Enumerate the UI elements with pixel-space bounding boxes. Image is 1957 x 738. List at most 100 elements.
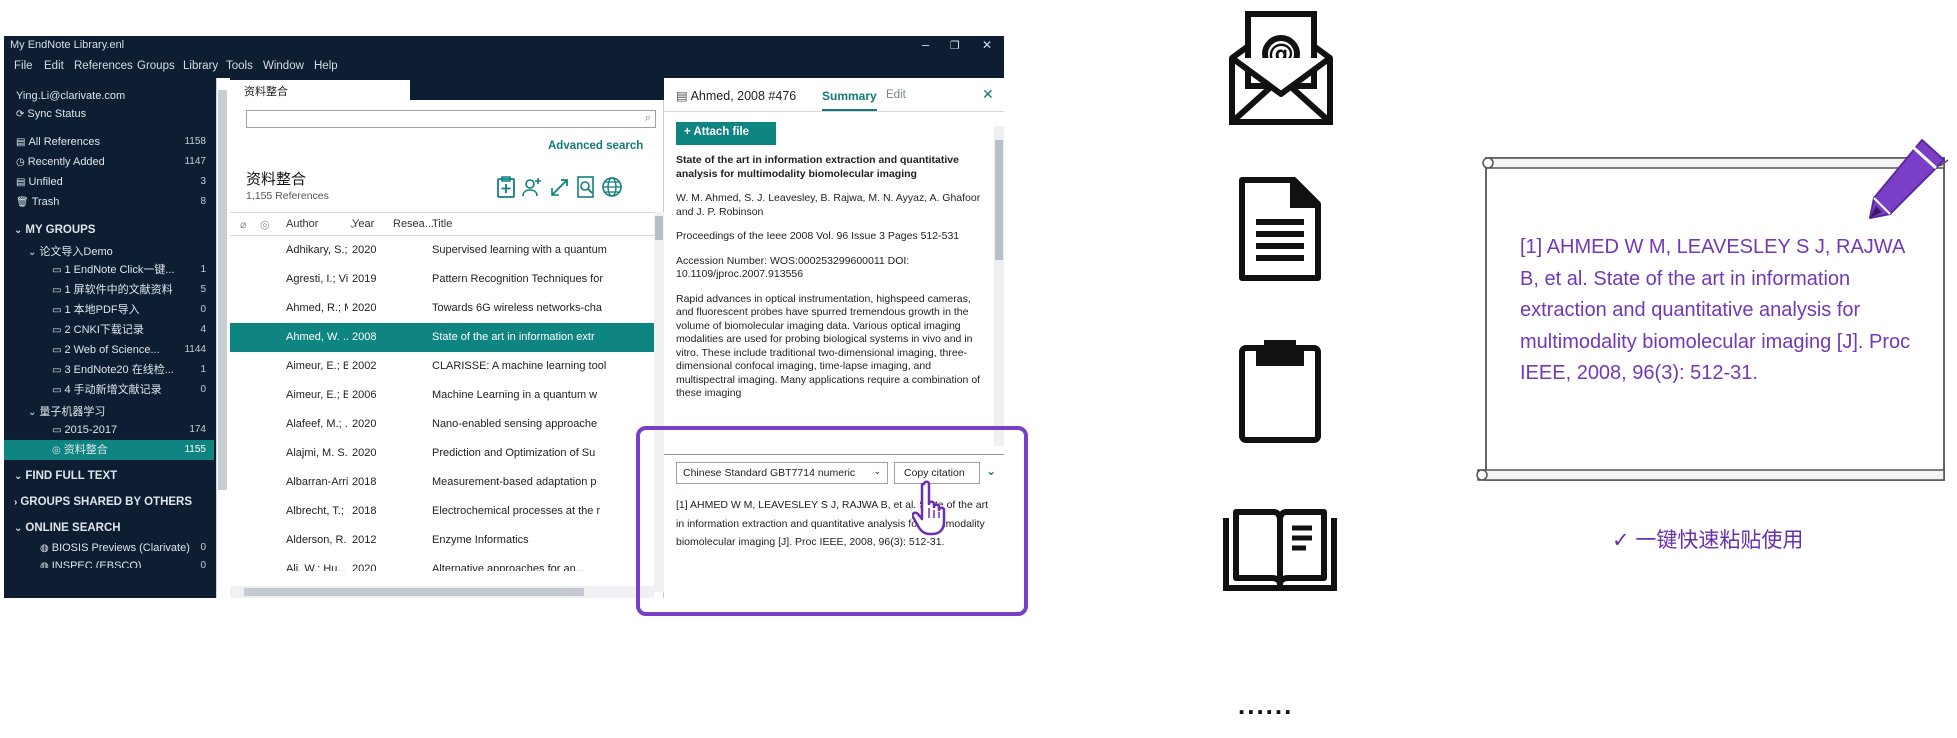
attachment-column-icon[interactable]: ⌀: [240, 218, 247, 231]
sidebar-header-shared-groups[interactable]: › GROUPS SHARED BY OTHERS: [4, 492, 214, 512]
cell-author: Alderson, R. ...: [286, 534, 348, 546]
list-scroll-thumb[interactable]: [655, 216, 663, 240]
search-icon[interactable]: ⌕: [645, 112, 651, 125]
library-icon: ▤: [16, 177, 26, 188]
group-item[interactable]: ▭ 3 EndNote20 在线检... 1: [4, 360, 214, 380]
close-icon[interactable]: ✕: [982, 86, 994, 103]
sidebar-item-all-references[interactable]: ▤ All References 1158: [4, 132, 214, 152]
group-item[interactable]: ▭ 2 CNKI下载记录 4: [4, 320, 214, 340]
restore-button[interactable]: ❐: [950, 39, 960, 52]
cell-title: Towards 6G wireless networks-cha: [432, 302, 602, 314]
column-author[interactable]: Author: [286, 218, 318, 230]
tab-edit[interactable]: Edit: [886, 89, 906, 101]
table-row[interactable]: Adhikary, S.; ... 2020 Supervised learning…: [230, 236, 654, 265]
clipboard-icon: [1238, 336, 1322, 449]
group-icon: ▭: [52, 305, 62, 316]
menu-references[interactable]: References: [74, 60, 133, 72]
table-row[interactable]: Agresti, I.; Vi... 2019 Pattern Recognitio…: [230, 265, 654, 294]
group-item[interactable]: ▭ 1 屏软件中的文献资料 5: [4, 280, 214, 300]
reference-title: State of the art in information extracti…: [676, 154, 959, 180]
smart-group-icon: ◎: [52, 445, 61, 456]
summary-scroll-thumb[interactable]: [995, 140, 1003, 260]
menu-window[interactable]: Window: [263, 60, 304, 72]
reference-authors: W. M. Ahmed, S. J. Leavesley, B. Rajwa, …: [676, 192, 981, 218]
cell-title: Machine Learning in a quantum w: [432, 389, 598, 401]
group-item[interactable]: ▭ 1 EndNote Click一键... 1: [4, 260, 214, 280]
search-input[interactable]: ⌕: [246, 110, 656, 128]
menu-library[interactable]: Library: [183, 60, 218, 72]
table-row[interactable]: Alajmi, M. S.;... 2020 Prediction and Opti…: [230, 439, 654, 468]
sync-icon: ⟳: [16, 109, 25, 120]
sidebar-header-online-search[interactable]: ⌄ ONLINE SEARCH: [4, 518, 214, 538]
sync-status[interactable]: ⟳ Sync Status: [4, 104, 214, 124]
sidebar-item-recently-added[interactable]: ◷ Recently Added 1147: [4, 152, 214, 172]
table-row[interactable]: Albrecht, T.; ... 2018 Electrochemical pro…: [230, 497, 654, 526]
table-row[interactable]: Aimeur, E.; Br... 2002 CLARISSE: A machine…: [230, 352, 654, 381]
cell-title: State of the art in information extr: [432, 331, 595, 343]
library-icon: ▤: [676, 89, 691, 103]
group-set-demo[interactable]: ⌄ 论文导入Demo: [4, 242, 214, 262]
hand-cursor-icon: [911, 480, 956, 538]
cell-author: Ahmed, W. ...: [286, 331, 348, 343]
globe-icon[interactable]: [600, 176, 624, 200]
close-button[interactable]: ✕: [982, 38, 992, 52]
cell-year: 2020: [352, 244, 377, 256]
group-set-quantum-ml[interactable]: ⌄ 量子机器学习: [4, 402, 214, 422]
add-user-icon[interactable]: [520, 176, 544, 200]
cell-title: CLARISSE: A machine learning tool: [432, 360, 607, 372]
sidebar-header-find-full-text[interactable]: ⌄ FIND FULL TEXT: [4, 466, 214, 486]
sidebar-item-trash[interactable]: 🗑 Trash 8: [4, 192, 214, 212]
cell-author: Aimeur, E.; Br...: [286, 360, 348, 372]
book-icon: [1222, 508, 1338, 599]
group-item-selected[interactable]: ◎ 资料整合 1155: [4, 440, 214, 460]
group-item[interactable]: ▭ 1 本地PDF导入 0: [4, 300, 214, 320]
group-item[interactable]: ▭ 4 手动新增文献记录 0: [4, 380, 214, 400]
find-pdf-icon[interactable]: [574, 176, 598, 200]
chevron-down-icon: ⌄: [14, 225, 23, 236]
list-horizontal-thumb[interactable]: [244, 588, 584, 596]
menu-groups[interactable]: Groups: [137, 60, 175, 72]
cell-title: Nano-enabled sensing approache: [432, 418, 598, 430]
read-status-column-icon[interactable]: ◎: [260, 218, 270, 231]
group-icon: ▭: [52, 265, 62, 276]
minimize-button[interactable]: –: [922, 37, 929, 52]
online-search-item[interactable]: ◍ INSPEC (EBSCO) 0: [4, 556, 214, 568]
table-row[interactable]: Aimeur, E.; Br... 2006 Machine Learning in…: [230, 381, 654, 410]
cell-year: 2020: [352, 302, 377, 314]
advanced-search-link[interactable]: Advanced search: [548, 140, 643, 152]
sidebar-header-my-groups[interactable]: ⌄ MY GROUPS: [4, 220, 214, 240]
table-row-selected[interactable]: Ahmed, W. ... 2008 State of the art in inf…: [230, 323, 654, 352]
cell-year: 2020: [352, 418, 377, 430]
table-row[interactable]: Ali, W.; Hu... 2020 Alternative approaches…: [230, 555, 654, 571]
group-item[interactable]: ▭ 2 Web of Science... 1144: [4, 340, 214, 360]
menu-file[interactable]: File: [14, 60, 33, 72]
cell-author: Agresti, I.; Vi...: [286, 273, 348, 285]
online-search-item[interactable]: ◍ BIOSIS Previews (Clarivate) 0: [4, 538, 214, 558]
cell-author: Albarran-Arri...: [286, 476, 348, 488]
column-year[interactable]: Year: [352, 218, 374, 230]
table-row[interactable]: Ahmed, R.; M... 2020 Towards 6G wireless n…: [230, 294, 654, 323]
library-tab[interactable]: 资料整合: [230, 80, 410, 100]
tab-summary[interactable]: Summary: [822, 89, 877, 111]
reference-accession: Accession Number: WOS:000253299600011 DO…: [676, 254, 910, 281]
new-reference-icon[interactable]: [494, 176, 518, 200]
cell-year: 2019: [352, 273, 377, 285]
table-row[interactable]: Albarran-Arri... 2018 Measurement-based ad…: [230, 468, 654, 497]
menu-edit[interactable]: Edit: [44, 60, 64, 72]
reference-list-pane: ⌕ Advanced search 资料整合 1,155 References …: [230, 100, 664, 598]
column-title[interactable]: Title: [432, 218, 452, 230]
menu-help[interactable]: Help: [314, 60, 338, 72]
group-item[interactable]: ▭ 2015-2017 174: [4, 420, 214, 440]
column-research[interactable]: Resea...: [393, 218, 434, 230]
cell-author: Alafeef, M.; ...: [286, 418, 348, 430]
cell-title: Alternative approaches for an...: [432, 563, 585, 571]
menu-tools[interactable]: Tools: [226, 60, 253, 72]
table-row[interactable]: Alafeef, M.; ... 2020 Nano-enabled sensing…: [230, 410, 654, 439]
attach-file-button[interactable]: + Attach file: [676, 122, 776, 145]
export-icon[interactable]: [548, 176, 572, 200]
sidebar-item-unfiled[interactable]: ▤ Unfiled 3: [4, 172, 214, 192]
reference-abstract: Rapid advances in optical instrumentatio…: [676, 292, 981, 400]
sidebar-scroll-thumb[interactable]: [218, 90, 227, 490]
table-row[interactable]: Alderson, R. ... 2012 Enzyme Informatics: [230, 526, 654, 555]
title-bar: My EndNote Library.enl – ❐ ✕: [4, 36, 1004, 56]
